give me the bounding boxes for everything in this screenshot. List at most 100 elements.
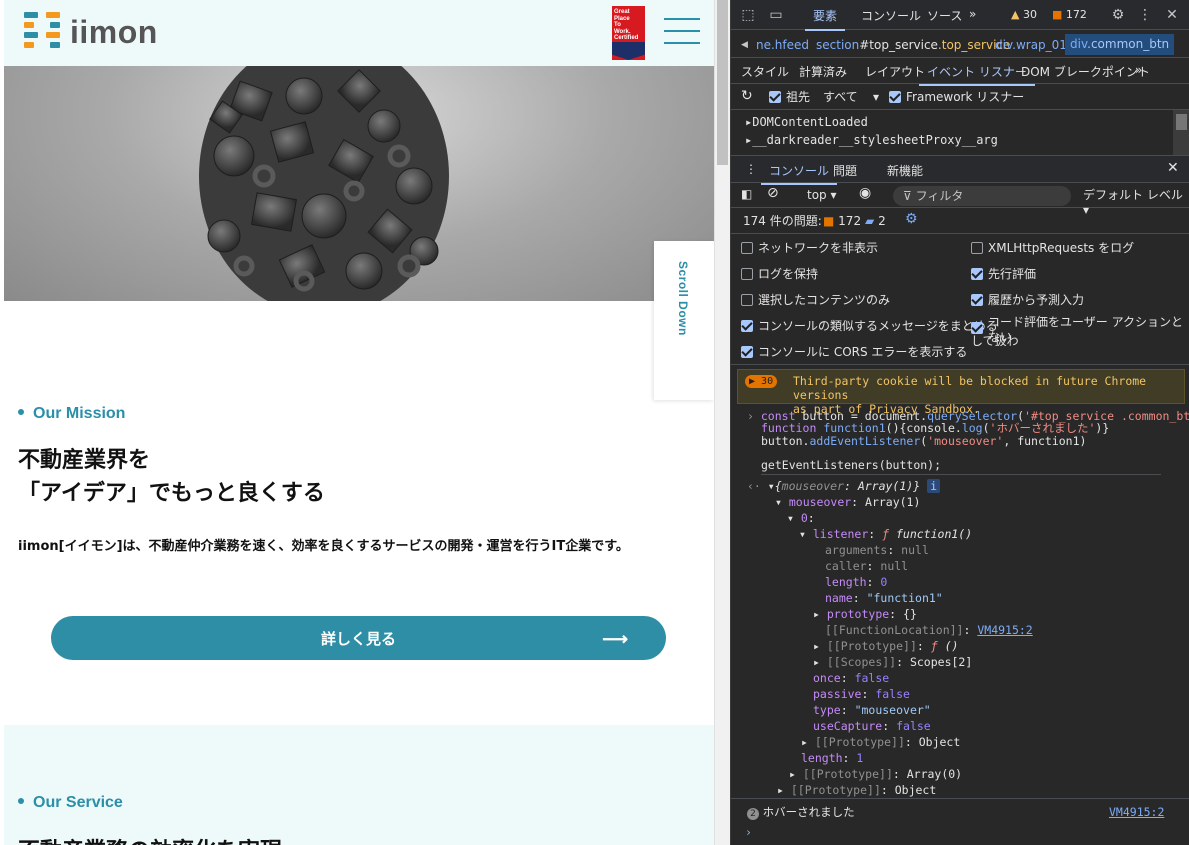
context-select[interactable]: top ▾ xyxy=(807,188,837,203)
source-link[interactable]: VM4915:2 xyxy=(1109,804,1164,820)
gear-icon[interactable]: ⚙ xyxy=(905,212,918,227)
sidebar-toggle-icon[interactable]: ◧ xyxy=(741,187,752,202)
hide-network-checkbox[interactable]: ネットワークを非表示 xyxy=(741,241,878,256)
option-label: コンソールの類似するメッセージをまとめる xyxy=(758,319,998,333)
tab-sources[interactable]: ソース xyxy=(927,7,962,24)
iimon-logo-icon xyxy=(24,12,64,52)
ancestors-checkbox[interactable]: 祖先 xyxy=(769,90,810,105)
event-listener-item[interactable]: ▸__darkreader__stylesheetProxy__arg xyxy=(745,133,998,147)
listener-type-select[interactable]: すべて ▾ xyxy=(823,90,879,105)
errors-badge[interactable]: ■ 172 xyxy=(1052,8,1087,21)
object-tree-line[interactable]: ▸ prototype: {} xyxy=(813,606,917,622)
drawer-menu-icon[interactable]: ⋮ xyxy=(745,162,757,177)
scrollbar-thumb[interactable] xyxy=(1176,114,1187,130)
more-tabs-icon[interactable]: » xyxy=(969,7,976,21)
errors-count: 172 xyxy=(1065,8,1087,21)
object-tree-line: once: false xyxy=(813,671,890,685)
breadcrumb-scroll-left-icon[interactable]: ◀ xyxy=(741,40,748,50)
framework-listeners-checkbox[interactable]: Framework リスナー xyxy=(889,90,1024,105)
info-icon: ▰ xyxy=(865,214,875,228)
subtab-styles[interactable]: スタイル xyxy=(741,63,789,80)
checkbox-unchecked-icon xyxy=(741,268,753,280)
context-value: top xyxy=(807,188,827,202)
object-tree-line[interactable]: ▾ listener: ƒ function1() xyxy=(799,526,972,542)
gptw-line: Certified xyxy=(614,35,639,41)
drawer-tab-issues[interactable]: 問題 xyxy=(833,162,857,179)
page-scrollbar[interactable] xyxy=(714,0,730,845)
scrollbar-thumb[interactable] xyxy=(717,0,728,165)
more-subtabs-icon[interactable]: » xyxy=(1135,63,1142,77)
tab-console[interactable]: コンソール xyxy=(861,7,921,24)
checkbox-unchecked-icon xyxy=(971,242,983,254)
logo-text: iimon xyxy=(70,13,158,50)
inspect-element-icon[interactable]: ⬚ xyxy=(739,6,757,24)
service-label: Our Service xyxy=(18,794,123,812)
log-xhr-checkbox[interactable]: XMLHttpRequests をログ xyxy=(971,241,1134,256)
great-place-to-work-badge: Great Place To Work. Certified xyxy=(612,6,645,60)
subtab-event-listeners[interactable]: イベント リスナー xyxy=(919,63,1035,86)
breadcrumb-item[interactable]: div.wrap_01 xyxy=(995,38,1067,52)
issues-info[interactable]: ▰ 2 xyxy=(865,214,886,229)
console-prompt[interactable]: › xyxy=(745,824,752,840)
mission-headline: 不動産業界を 「アイデア」でもっと良くする xyxy=(18,444,325,510)
clear-console-icon[interactable]: ⊘ xyxy=(767,186,779,201)
show-cors-checkbox[interactable]: コンソールに CORS エラーを表示する xyxy=(741,345,967,360)
refresh-icon[interactable]: ↻ xyxy=(741,89,753,104)
object-tree-line[interactable]: ▸ [[Prototype]]: Object xyxy=(801,734,960,750)
divider xyxy=(761,474,1161,475)
scroll-down-label: Scroll Down xyxy=(676,261,690,336)
checkbox-checked-icon xyxy=(971,294,983,306)
option-label: XMLHttpRequests をログ xyxy=(988,241,1135,255)
breadcrumb-item-selected[interactable]: div.common_btn xyxy=(1065,34,1175,55)
warnings-badge[interactable]: ▲ 30 xyxy=(1011,8,1037,21)
read-more-button[interactable]: 詳しく見る ⟶ xyxy=(51,616,666,660)
hamburger-menu-icon[interactable] xyxy=(664,18,700,50)
object-tree-line[interactable]: ▸ [[Prototype]]: ƒ () xyxy=(813,638,958,654)
gear-icon[interactable]: ⚙ xyxy=(1109,6,1127,24)
object-tree-line[interactable]: ▾ mouseover: Array(1) xyxy=(775,494,920,510)
autocomplete-checkbox[interactable]: 履歴から予測入力 xyxy=(971,293,1084,308)
source-link[interactable]: VM4915:2 xyxy=(977,623,1032,637)
drawer-tab-console[interactable]: コンソール xyxy=(760,162,838,185)
crumb-tag: div xyxy=(1070,37,1088,51)
close-drawer-icon[interactable]: ✕ xyxy=(1167,161,1179,176)
selected-context-checkbox[interactable]: 選択したコンテンツのみ xyxy=(741,293,890,308)
object-tree-line[interactable]: ▸ [[Prototype]]: Array(0) xyxy=(789,766,962,782)
subtab-computed[interactable]: 計算済み xyxy=(799,63,847,80)
hover-message: ホバーされました xyxy=(762,805,855,819)
event-list-scrollbar[interactable] xyxy=(1173,110,1189,155)
scroll-down-indicator[interactable]: Scroll Down xyxy=(654,241,714,400)
option-label: 履歴から予測入力 xyxy=(988,293,1085,307)
subtab-dom-breakpoints[interactable]: DOM ブレークポイント xyxy=(1021,63,1150,80)
filter-input[interactable]: ⊽ フィルタ xyxy=(893,186,1071,206)
object-tree-line[interactable]: ▸ [[Prototype]]: Object xyxy=(777,782,936,798)
option-label: ログを保持 xyxy=(758,267,819,281)
tab-elements[interactable]: 要素 xyxy=(804,7,846,31)
service-label-text: Our Service xyxy=(33,794,123,811)
preserve-log-checkbox[interactable]: ログを保持 xyxy=(741,267,818,282)
group-similar-checkbox[interactable]: コンソールの類似するメッセージをまとめる xyxy=(741,319,998,334)
console-result-line[interactable]: ‹· ▾{mouseover: Array(1)} i xyxy=(747,478,941,494)
drawer-tab-whats-new[interactable]: 新機能 xyxy=(887,162,923,179)
object-tree-line[interactable]: ▾ 0: xyxy=(787,510,815,526)
crumb-class: .common_btn xyxy=(1087,37,1170,51)
issues-errors[interactable]: ■ 172 xyxy=(823,214,861,229)
warning-message[interactable]: ▶ 30 Third-party cookie will be blocked … xyxy=(737,369,1185,416)
site-logo[interactable]: iimon xyxy=(24,12,158,52)
eager-eval-checkbox[interactable]: 先行評価 xyxy=(971,267,1036,282)
close-icon[interactable]: ✕ xyxy=(1163,6,1181,24)
warning-icon: ▲ xyxy=(1011,8,1020,21)
object-tree-line[interactable]: ▸ [[Scopes]]: Scopes[2] xyxy=(813,654,972,670)
subtab-layout[interactable]: レイアウト xyxy=(865,63,925,80)
breadcrumb-item[interactable]: ne.hfeed xyxy=(756,38,809,52)
warning-count-badge: ▶ 30 xyxy=(745,375,778,388)
mission-label-text: Our Mission xyxy=(33,405,126,422)
eye-icon[interactable]: ◉ xyxy=(859,186,871,201)
issues-info-count: 2 xyxy=(878,214,886,228)
more-options-icon[interactable]: ⋮ xyxy=(1136,6,1154,24)
breadcrumb-item[interactable]: section#top_service.top_service xyxy=(816,38,1010,52)
checkbox-checked-icon xyxy=(741,346,753,358)
mission-description: iimon[イイモン]は、不動産仲介業務を速く、効率を良くするサービスの開発・運… xyxy=(18,539,629,554)
device-toolbar-icon[interactable]: ▭ xyxy=(767,6,785,24)
event-listener-item[interactable]: ▸DOMContentLoaded xyxy=(745,115,868,129)
